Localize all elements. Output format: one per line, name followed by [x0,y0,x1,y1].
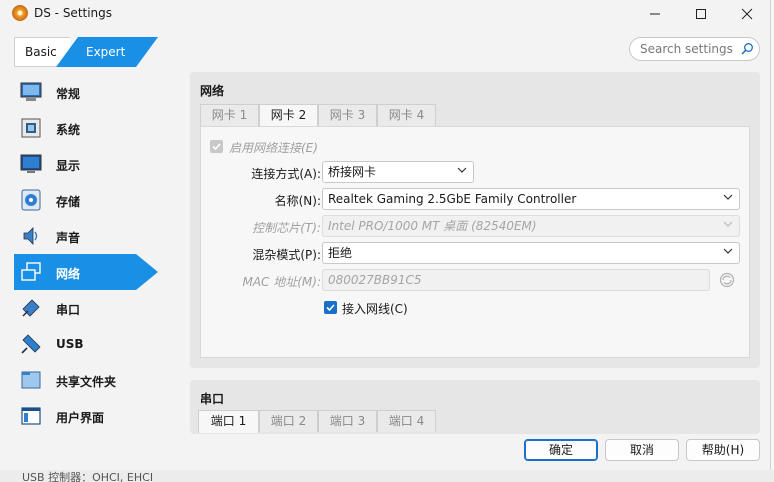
close-icon [741,8,753,20]
sidebar-item-label: 显示 [56,159,81,173]
sidebar-item-label: 系统 [56,123,81,137]
tab-port-1[interactable]: 端口 1 [198,410,259,433]
enable-adapter-label: 启用网络连接(E) [229,141,318,155]
sidebar-item-audio[interactable]: 声音 [14,218,158,254]
tab-port-2[interactable]: 端口 2 [259,410,318,432]
promiscuous-mode-select[interactable]: 拒绝 [322,242,740,264]
sidebar-item-label: 常规 [56,87,81,101]
sidebar-item-label: 网络 [56,267,81,281]
expert-mode-button[interactable]: Expert [56,37,158,67]
check-icon [212,143,221,151]
storage-icon [21,189,41,211]
section-title: 网络 [200,84,225,98]
name-label: 名称(N): [274,194,321,208]
close-button[interactable] [724,0,770,28]
adapter-type-select[interactable]: Intel PRO/1000 MT 桌面 (82540EM) [322,215,740,237]
tab-adapter-3[interactable]: 网卡 3 [318,104,377,126]
display-icon [20,154,42,173]
network-section: 网络 网卡 1 网卡 2 网卡 3 网卡 4 启用网络连接(E) 连接方式(A)… [190,72,760,368]
refresh-mac-icon[interactable] [719,272,735,288]
network-icon [21,262,41,281]
mac-address-field[interactable]: 080027BB91C5 [322,269,710,291]
maximize-button[interactable] [678,0,724,28]
sidebar-item-shared-folders[interactable]: 共享文件夹 [14,362,158,398]
sidebar-item-serial[interactable]: 串口 [14,290,158,326]
sidebar-item-label: USB [56,337,84,351]
minimize-button[interactable] [632,0,678,28]
general-icon [20,82,42,101]
shared-folder-icon [21,371,41,389]
attached-to-label: 连接方式(A): [251,167,321,181]
sidebar-item-network[interactable]: 网络 [14,254,158,290]
sidebar-item-system[interactable]: 系统 [14,110,158,146]
minimize-icon [650,13,660,15]
background-window-text: USB 控制器：OHCI, EHCI [22,471,154,482]
section-title: 串口 [200,392,225,406]
adapter-type-value: Intel PRO/1000 MT 桌面 (82540EM) [328,219,537,233]
cable-connected-label: 接入网线(C) [342,302,408,316]
user-interface-icon [21,407,41,425]
help-button[interactable]: 帮助(H) [686,439,760,461]
window-title: DS - Settings [34,6,113,20]
chevron-down-icon [723,194,733,200]
promiscuous-mode-value: 拒绝 [328,246,353,260]
attached-to-value: 桥接网卡 [328,165,377,179]
sidebar-item-label: 用户界面 [56,411,105,425]
attached-to-select[interactable]: 桥接网卡 [322,161,474,183]
sidebar-item-label: 存储 [56,195,81,209]
ok-button[interactable]: 确定 [524,439,598,461]
sidebar-item-general[interactable]: 常规 [14,74,158,110]
app-icon [12,5,28,21]
sidebar-item-label: 共享文件夹 [56,375,117,389]
serial-section: 串口 端口 1 端口 2 端口 3 端口 4 [190,380,760,434]
search-box[interactable] [629,37,760,61]
sidebar-item-usb[interactable]: USB [14,326,158,362]
check-icon [326,304,335,312]
sidebar-item-display[interactable]: 显示 [14,146,158,182]
serial-icon [22,299,40,317]
sidebar-item-storage[interactable]: 存储 [14,182,158,218]
search-icon[interactable] [740,42,754,56]
sidebar-item-label: 声音 [56,231,81,245]
maximize-icon [696,9,706,19]
usb-icon [21,334,41,354]
mac-address-value: 080027BB91C5 [328,273,422,287]
tab-adapter-2[interactable]: 网卡 2 [259,104,318,127]
settings-window: DS - Settings Basic Expert 常规 系统 [0,0,771,470]
tab-adapter-4[interactable]: 网卡 4 [377,104,436,126]
tab-port-3[interactable]: 端口 3 [318,410,377,432]
adapter-name-select[interactable]: Realtek Gaming 2.5GbE Family Controller [322,188,740,210]
background-window: USB 控制器：OHCI, EHCI [0,470,774,482]
adapter-type-label: 控制芯片(T): [252,221,321,235]
chevron-down-icon [723,248,733,254]
adapter-panel: 启用网络连接(E) 连接方式(A): 桥接网卡 名称(N): Realtek G… [200,126,750,358]
mac-address-label: MAC 地址(M): [242,275,321,289]
cable-connected-checkbox[interactable] [324,301,337,314]
search-input[interactable] [640,41,738,57]
chevron-down-icon [723,221,733,227]
enable-adapter-checkbox[interactable] [210,140,223,153]
promiscuous-mode-label: 混杂模式(P): [252,248,321,262]
adapter-name-value: Realtek Gaming 2.5GbE Family Controller [328,192,577,206]
sidebar-item-label: 串口 [56,303,81,317]
system-icon [21,118,41,138]
audio-icon [23,227,38,245]
cancel-button[interactable]: 取消 [605,439,679,461]
sidebar-item-user-interface[interactable]: 用户界面 [14,398,158,434]
title-bar: DS - Settings [0,0,771,28]
tab-adapter-1[interactable]: 网卡 1 [200,104,259,126]
chevron-down-icon [457,167,467,173]
tab-port-4[interactable]: 端口 4 [377,410,436,432]
